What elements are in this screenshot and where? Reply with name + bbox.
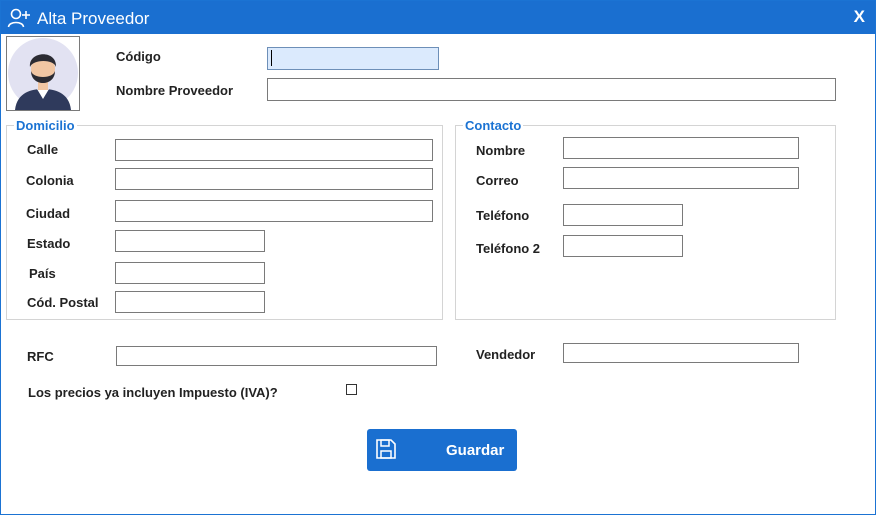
nombre-proveedor-label: Nombre Proveedor: [116, 83, 234, 98]
colonia-input[interactable]: [115, 168, 433, 190]
floppy-disk-icon: [376, 439, 396, 459]
contacto-nombre-label: Nombre: [476, 143, 526, 158]
guardar-label: Guardar: [446, 442, 505, 459]
codigo-label: Código: [116, 49, 161, 64]
nombre-proveedor-input[interactable]: [267, 78, 836, 101]
avatar: [6, 36, 80, 111]
telefono-input[interactable]: [563, 204, 683, 226]
person-avatar-icon: [8, 38, 78, 110]
correo-label: Correo: [476, 173, 519, 188]
codigo-postal-label: Cód. Postal: [27, 295, 99, 310]
telefono2-label: Teléfono 2: [476, 241, 541, 256]
alta-proveedor-window: Alta Proveedor X Código Nombre Proveedor…: [0, 0, 876, 515]
pais-input[interactable]: [115, 262, 265, 284]
close-button[interactable]: X: [854, 7, 865, 27]
text-caret: [271, 50, 272, 66]
guardar-button[interactable]: Guardar: [367, 429, 517, 471]
calle-label: Calle: [27, 142, 59, 157]
codigo-postal-input[interactable]: [115, 291, 265, 313]
ciudad-input[interactable]: [115, 200, 433, 222]
codigo-input[interactable]: [267, 47, 439, 70]
iva-label: Los precios ya incluyen Impuesto (IVA)?: [28, 385, 278, 400]
iva-checkbox[interactable]: [346, 384, 357, 395]
ciudad-label: Ciudad: [26, 206, 71, 221]
contacto-legend: Contacto: [463, 118, 524, 133]
add-user-icon: [7, 8, 30, 28]
estado-input[interactable]: [115, 230, 265, 252]
window-title: Alta Proveedor: [37, 9, 150, 28]
vendedor-input[interactable]: [563, 343, 799, 363]
contacto-nombre-input[interactable]: [563, 137, 799, 159]
pais-label: País: [29, 266, 56, 281]
vendedor-label: Vendedor: [476, 347, 536, 362]
telefono2-input[interactable]: [563, 235, 683, 257]
colonia-label: Colonia: [26, 173, 74, 188]
estado-label: Estado: [27, 236, 71, 251]
rfc-label: RFC: [27, 349, 54, 364]
correo-input[interactable]: [563, 167, 799, 189]
telefono-label: Teléfono: [476, 208, 530, 223]
calle-input[interactable]: [115, 139, 433, 161]
title-bar: Alta Proveedor X: [1, 1, 875, 34]
rfc-input[interactable]: [116, 346, 437, 366]
domicilio-legend: Domicilio: [14, 118, 77, 133]
